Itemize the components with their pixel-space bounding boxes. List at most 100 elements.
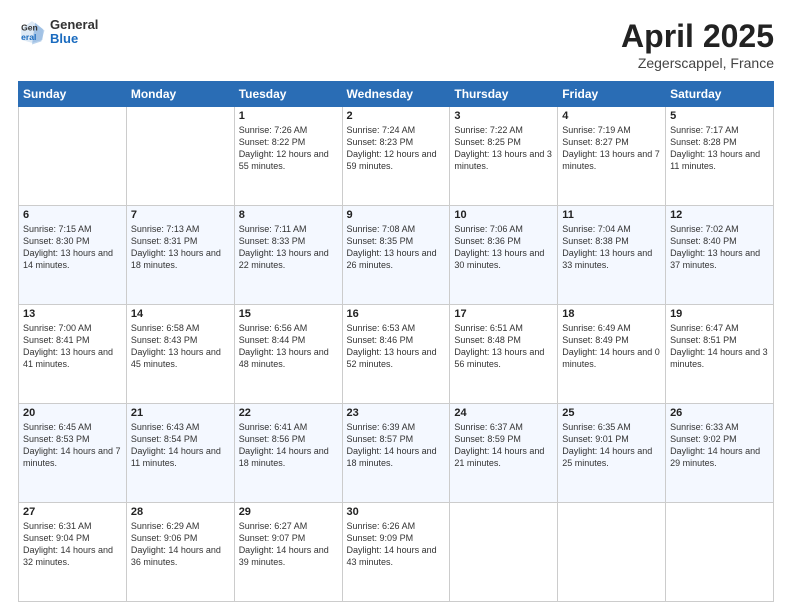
cell-text: Sunrise: 7:00 AMSunset: 8:41 PMDaylight:… [23,323,113,369]
day-number: 23 [347,407,446,419]
cell-text: Sunrise: 7:04 AMSunset: 8:38 PMDaylight:… [562,224,652,270]
day-number: 3 [454,110,553,122]
cell-text: Sunrise: 6:39 AMSunset: 8:57 PMDaylight:… [347,422,437,468]
day-number: 28 [131,506,230,518]
calendar-cell: 28 Sunrise: 6:29 AMSunset: 9:06 PMDaylig… [126,503,234,602]
day-number: 27 [23,506,122,518]
calendar-cell: 18 Sunrise: 6:49 AMSunset: 8:49 PMDaylig… [558,305,666,404]
calendar-cell: 1 Sunrise: 7:26 AMSunset: 8:22 PMDayligh… [234,107,342,206]
cell-text: Sunrise: 7:13 AMSunset: 8:31 PMDaylight:… [131,224,221,270]
logo-text: General Blue [50,18,98,47]
day-number: 16 [347,308,446,320]
day-number: 8 [239,209,338,221]
day-header: Friday [558,82,666,107]
cell-text: Sunrise: 7:26 AMSunset: 8:22 PMDaylight:… [239,125,329,171]
month-title: April 2025 [621,18,774,55]
day-number: 18 [562,308,661,320]
calendar-cell: 25 Sunrise: 6:35 AMSunset: 9:01 PMDaylig… [558,404,666,503]
cell-text: Sunrise: 6:43 AMSunset: 8:54 PMDaylight:… [131,422,221,468]
cell-text: Sunrise: 7:08 AMSunset: 8:35 PMDaylight:… [347,224,437,270]
calendar-cell: 15 Sunrise: 6:56 AMSunset: 8:44 PMDaylig… [234,305,342,404]
calendar-cell: 17 Sunrise: 6:51 AMSunset: 8:48 PMDaylig… [450,305,558,404]
calendar-cell [666,503,774,602]
cell-text: Sunrise: 7:15 AMSunset: 8:30 PMDaylight:… [23,224,113,270]
day-number: 5 [670,110,769,122]
header: Gen eral General Blue April 2025 Zegersc… [18,18,774,71]
cell-text: Sunrise: 6:49 AMSunset: 8:49 PMDaylight:… [562,323,660,369]
calendar: SundayMondayTuesdayWednesdayThursdayFrid… [18,81,774,602]
cell-text: Sunrise: 6:31 AMSunset: 9:04 PMDaylight:… [23,521,113,567]
cell-text: Sunrise: 6:53 AMSunset: 8:46 PMDaylight:… [347,323,437,369]
day-header: Monday [126,82,234,107]
calendar-cell: 5 Sunrise: 7:17 AMSunset: 8:28 PMDayligh… [666,107,774,206]
cell-text: Sunrise: 7:02 AMSunset: 8:40 PMDaylight:… [670,224,760,270]
day-number: 6 [23,209,122,221]
calendar-week-row: 20 Sunrise: 6:45 AMSunset: 8:53 PMDaylig… [19,404,774,503]
day-number: 14 [131,308,230,320]
svg-text:Gen: Gen [21,23,38,33]
day-number: 10 [454,209,553,221]
day-number: 13 [23,308,122,320]
calendar-cell: 8 Sunrise: 7:11 AMSunset: 8:33 PMDayligh… [234,206,342,305]
cell-text: Sunrise: 7:19 AMSunset: 8:27 PMDaylight:… [562,125,660,171]
calendar-cell: 7 Sunrise: 7:13 AMSunset: 8:31 PMDayligh… [126,206,234,305]
day-number: 9 [347,209,446,221]
cell-text: Sunrise: 7:11 AMSunset: 8:33 PMDaylight:… [239,224,329,270]
title-section: April 2025 Zegerscappel, France [621,18,774,71]
calendar-cell: 19 Sunrise: 6:47 AMSunset: 8:51 PMDaylig… [666,305,774,404]
calendar-cell [126,107,234,206]
calendar-week-row: 27 Sunrise: 6:31 AMSunset: 9:04 PMDaylig… [19,503,774,602]
day-header: Wednesday [342,82,450,107]
cell-text: Sunrise: 6:33 AMSunset: 9:02 PMDaylight:… [670,422,760,468]
calendar-cell: 20 Sunrise: 6:45 AMSunset: 8:53 PMDaylig… [19,404,127,503]
calendar-cell: 13 Sunrise: 7:00 AMSunset: 8:41 PMDaylig… [19,305,127,404]
calendar-week-row: 6 Sunrise: 7:15 AMSunset: 8:30 PMDayligh… [19,206,774,305]
day-number: 15 [239,308,338,320]
calendar-header-row: SundayMondayTuesdayWednesdayThursdayFrid… [19,82,774,107]
calendar-cell [19,107,127,206]
cell-text: Sunrise: 7:17 AMSunset: 8:28 PMDaylight:… [670,125,760,171]
day-header: Thursday [450,82,558,107]
cell-text: Sunrise: 6:51 AMSunset: 8:48 PMDaylight:… [454,323,544,369]
cell-text: Sunrise: 6:26 AMSunset: 9:09 PMDaylight:… [347,521,437,567]
day-number: 1 [239,110,338,122]
day-number: 21 [131,407,230,419]
calendar-cell: 30 Sunrise: 6:26 AMSunset: 9:09 PMDaylig… [342,503,450,602]
cell-text: Sunrise: 6:41 AMSunset: 8:56 PMDaylight:… [239,422,329,468]
day-header: Tuesday [234,82,342,107]
day-number: 22 [239,407,338,419]
day-number: 20 [23,407,122,419]
logo-icon: Gen eral [18,18,46,46]
calendar-cell: 23 Sunrise: 6:39 AMSunset: 8:57 PMDaylig… [342,404,450,503]
cell-text: Sunrise: 6:58 AMSunset: 8:43 PMDaylight:… [131,323,221,369]
cell-text: Sunrise: 6:37 AMSunset: 8:59 PMDaylight:… [454,422,544,468]
calendar-cell: 21 Sunrise: 6:43 AMSunset: 8:54 PMDaylig… [126,404,234,503]
calendar-cell: 3 Sunrise: 7:22 AMSunset: 8:25 PMDayligh… [450,107,558,206]
calendar-week-row: 1 Sunrise: 7:26 AMSunset: 8:22 PMDayligh… [19,107,774,206]
calendar-cell: 10 Sunrise: 7:06 AMSunset: 8:36 PMDaylig… [450,206,558,305]
day-number: 17 [454,308,553,320]
calendar-cell: 2 Sunrise: 7:24 AMSunset: 8:23 PMDayligh… [342,107,450,206]
calendar-cell: 16 Sunrise: 6:53 AMSunset: 8:46 PMDaylig… [342,305,450,404]
logo-general: General [50,18,98,32]
location: Zegerscappel, France [621,55,774,71]
cell-text: Sunrise: 7:24 AMSunset: 8:23 PMDaylight:… [347,125,437,171]
day-number: 25 [562,407,661,419]
day-number: 12 [670,209,769,221]
day-number: 29 [239,506,338,518]
calendar-cell: 29 Sunrise: 6:27 AMSunset: 9:07 PMDaylig… [234,503,342,602]
cell-text: Sunrise: 6:47 AMSunset: 8:51 PMDaylight:… [670,323,768,369]
day-number: 11 [562,209,661,221]
cell-text: Sunrise: 6:29 AMSunset: 9:06 PMDaylight:… [131,521,221,567]
calendar-cell: 11 Sunrise: 7:04 AMSunset: 8:38 PMDaylig… [558,206,666,305]
calendar-week-row: 13 Sunrise: 7:00 AMSunset: 8:41 PMDaylig… [19,305,774,404]
calendar-cell: 26 Sunrise: 6:33 AMSunset: 9:02 PMDaylig… [666,404,774,503]
logo-blue: Blue [50,32,98,46]
page: Gen eral General Blue April 2025 Zegersc… [0,0,792,612]
cell-text: Sunrise: 6:27 AMSunset: 9:07 PMDaylight:… [239,521,329,567]
day-number: 4 [562,110,661,122]
cell-text: Sunrise: 6:56 AMSunset: 8:44 PMDaylight:… [239,323,329,369]
day-number: 24 [454,407,553,419]
cell-text: Sunrise: 6:45 AMSunset: 8:53 PMDaylight:… [23,422,121,468]
cell-text: Sunrise: 6:35 AMSunset: 9:01 PMDaylight:… [562,422,652,468]
